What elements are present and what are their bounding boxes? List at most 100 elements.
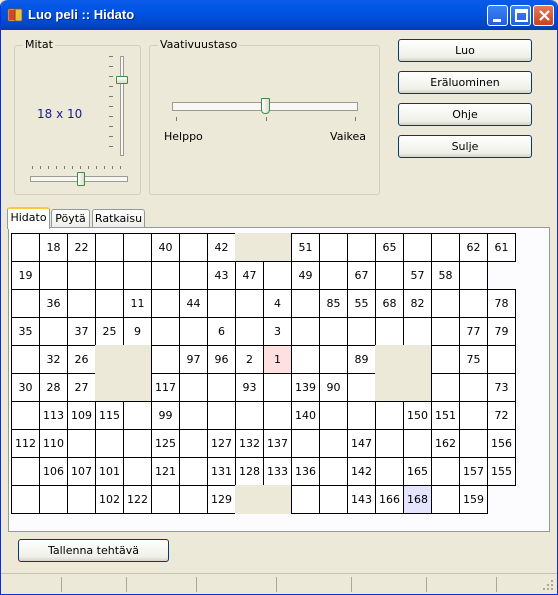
board-cell[interactable] (375, 261, 404, 290)
board-cell[interactable] (291, 289, 320, 318)
board-cell[interactable]: 72 (487, 401, 516, 430)
board-cell[interactable]: 99 (151, 401, 180, 430)
board-cell[interactable] (123, 429, 152, 458)
board-cell[interactable] (11, 401, 40, 430)
board-cell[interactable] (151, 261, 180, 290)
board-cell[interactable]: 131 (207, 457, 236, 486)
board-cell[interactable] (179, 429, 208, 458)
board-cell[interactable] (347, 317, 376, 346)
board-cell[interactable]: 133 (263, 457, 292, 486)
board-cell[interactable] (375, 317, 404, 346)
board-cell[interactable] (319, 429, 348, 458)
board-cell[interactable] (291, 317, 320, 346)
board-cell[interactable]: 102 (95, 485, 124, 514)
board-cell[interactable] (431, 317, 460, 346)
board-cell[interactable] (319, 261, 348, 290)
board-cell[interactable]: 115 (95, 401, 124, 430)
board-cell[interactable] (123, 233, 152, 262)
cols-slider-thumb[interactable] (77, 172, 85, 186)
board-cell[interactable] (151, 485, 180, 514)
board-cell[interactable] (459, 373, 488, 402)
board-cell[interactable] (347, 233, 376, 262)
board-cell[interactable] (95, 289, 124, 318)
board-cell[interactable]: 26 (67, 345, 96, 374)
board-cell[interactable]: 89 (347, 345, 376, 374)
board-cell[interactable] (375, 429, 404, 458)
board-cell[interactable] (319, 233, 348, 262)
board-cell[interactable] (263, 261, 292, 290)
batch-create-button[interactable]: Eräluominen (398, 71, 532, 94)
minimize-button[interactable] (487, 5, 508, 26)
board-cell[interactable] (11, 289, 40, 318)
board-cell[interactable] (67, 485, 96, 514)
board-cell[interactable]: 151 (431, 401, 460, 430)
board-cell[interactable]: 58 (431, 261, 460, 290)
help-button[interactable]: Ohje (398, 103, 532, 126)
board-cell[interactable]: 127 (207, 429, 236, 458)
rows-slider-thumb[interactable] (116, 76, 128, 84)
board-cell[interactable] (123, 261, 152, 290)
board-cell[interactable]: 166 (375, 485, 404, 514)
board-cell[interactable]: 79 (487, 317, 516, 346)
board-cell[interactable] (151, 289, 180, 318)
board-cell[interactable] (95, 261, 124, 290)
board-cell[interactable]: 121 (151, 457, 180, 486)
board-cell[interactable]: 143 (347, 485, 376, 514)
board-cell[interactable]: 30 (11, 373, 40, 402)
board-cell[interactable] (263, 401, 292, 430)
board-cell[interactable] (319, 485, 348, 514)
board-cell[interactable]: 62 (459, 233, 488, 262)
board-cell[interactable]: 162 (431, 429, 460, 458)
board-cell[interactable] (319, 401, 348, 430)
board-cell[interactable] (39, 485, 68, 514)
board-cell[interactable] (319, 317, 348, 346)
board-cell[interactable]: 49 (291, 261, 320, 290)
tab-poyta[interactable]: Pöytä (51, 209, 90, 229)
board-cell[interactable]: 18 (39, 233, 68, 262)
board-cell[interactable]: 4 (263, 289, 292, 318)
board-cell[interactable] (431, 457, 460, 486)
board-cell[interactable]: 61 (487, 233, 516, 262)
board-cell[interactable]: 142 (347, 457, 376, 486)
board-cell[interactable] (291, 485, 320, 514)
board-cell[interactable]: 96 (207, 345, 236, 374)
board-cell[interactable]: 51 (291, 233, 320, 262)
resize-grip-icon[interactable] (542, 579, 554, 591)
board-cell[interactable] (179, 261, 208, 290)
maximize-button[interactable] (510, 5, 531, 26)
board-cell[interactable]: 147 (347, 429, 376, 458)
board-cell[interactable] (487, 345, 516, 374)
board-cell[interactable] (11, 485, 40, 514)
board-cell[interactable]: 156 (487, 429, 516, 458)
board-cell[interactable] (123, 401, 152, 430)
board-cell[interactable] (235, 401, 264, 430)
board-cell[interactable] (319, 345, 348, 374)
board-cell[interactable]: 132 (235, 429, 264, 458)
save-task-button[interactable]: Tallenna tehtävä (18, 539, 169, 562)
board-cell[interactable] (235, 317, 264, 346)
board-cell[interactable]: 117 (151, 373, 180, 402)
tab-ratkaisu[interactable]: Ratkaisu (92, 209, 145, 229)
board-cell[interactable] (459, 429, 488, 458)
board-cell[interactable] (95, 429, 124, 458)
board-cell[interactable] (179, 373, 208, 402)
difficulty-slider[interactable] (172, 98, 358, 114)
board-cell[interactable]: 9 (123, 317, 152, 346)
board-cell[interactable]: 155 (487, 457, 516, 486)
board-cell[interactable]: 106 (39, 457, 68, 486)
board-cell[interactable] (375, 457, 404, 486)
board-cell[interactable]: 82 (403, 289, 432, 318)
board-cell[interactable]: 36 (39, 289, 68, 318)
board-cell[interactable]: 22 (67, 233, 96, 262)
board-cell[interactable]: 107 (67, 457, 96, 486)
title-bar[interactable]: Luo peli :: Hidato (1, 0, 557, 30)
board-cell[interactable]: 139 (291, 373, 320, 402)
board-cell[interactable]: 109 (67, 401, 96, 430)
board-cell[interactable]: 67 (347, 261, 376, 290)
board-cell[interactable] (403, 233, 432, 262)
board-cell[interactable] (347, 373, 376, 402)
board-cell[interactable] (375, 401, 404, 430)
board-cell[interactable] (95, 233, 124, 262)
board-cell[interactable] (403, 429, 432, 458)
board-cell[interactable]: 42 (207, 233, 236, 262)
